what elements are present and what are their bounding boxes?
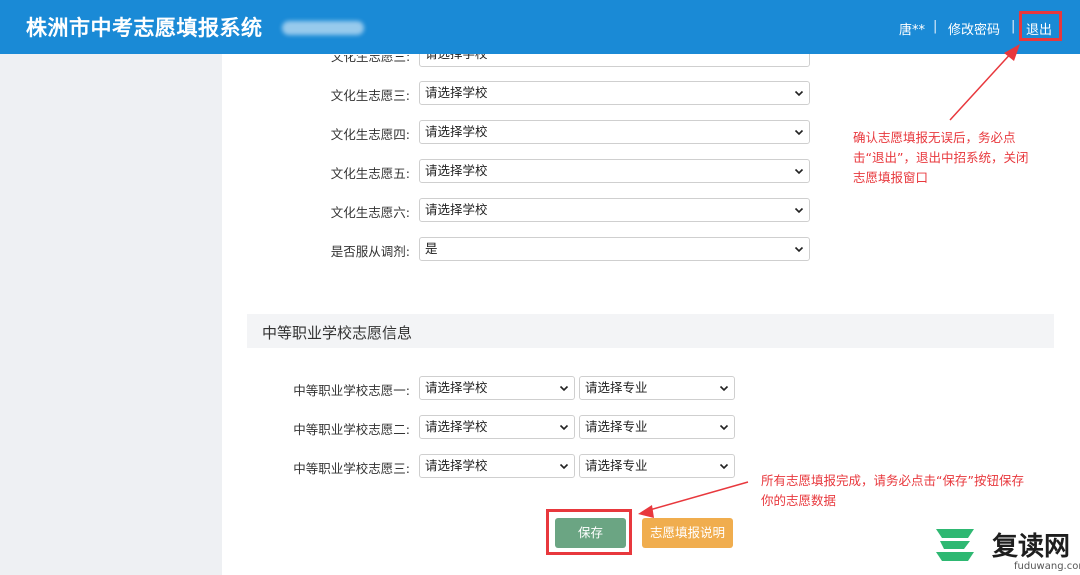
fuduwang-logo-icon — [936, 529, 974, 561]
annotation-line: 击“退出”，退出中招系统，关闭 — [853, 150, 1029, 165]
annotation-line: 确认志愿填报无误后，务必点 — [853, 130, 1016, 145]
watermark-url: fuduwang.com — [1014, 561, 1080, 572]
arrow-line-logout — [949, 49, 1015, 121]
annotation-line: 所有志愿填报完成，请务必点击“保存”按钮保存 — [761, 473, 1024, 488]
logout-annotation: 确认志愿填报无误后，务必点 击“退出”，退出中招系统，关闭 志愿填报窗口 — [853, 128, 1028, 188]
watermark-brand: 复读网 — [992, 532, 1071, 562]
arrow-line-save — [645, 481, 749, 512]
save-annotation: 所有志愿填报完成，请务必点击“保存”按钮保存 你的志愿数据 — [761, 471, 1024, 511]
arrowhead-save — [638, 505, 654, 518]
annotation-line: 志愿填报窗口 — [853, 170, 929, 185]
annotation-line: 你的志愿数据 — [761, 493, 837, 508]
